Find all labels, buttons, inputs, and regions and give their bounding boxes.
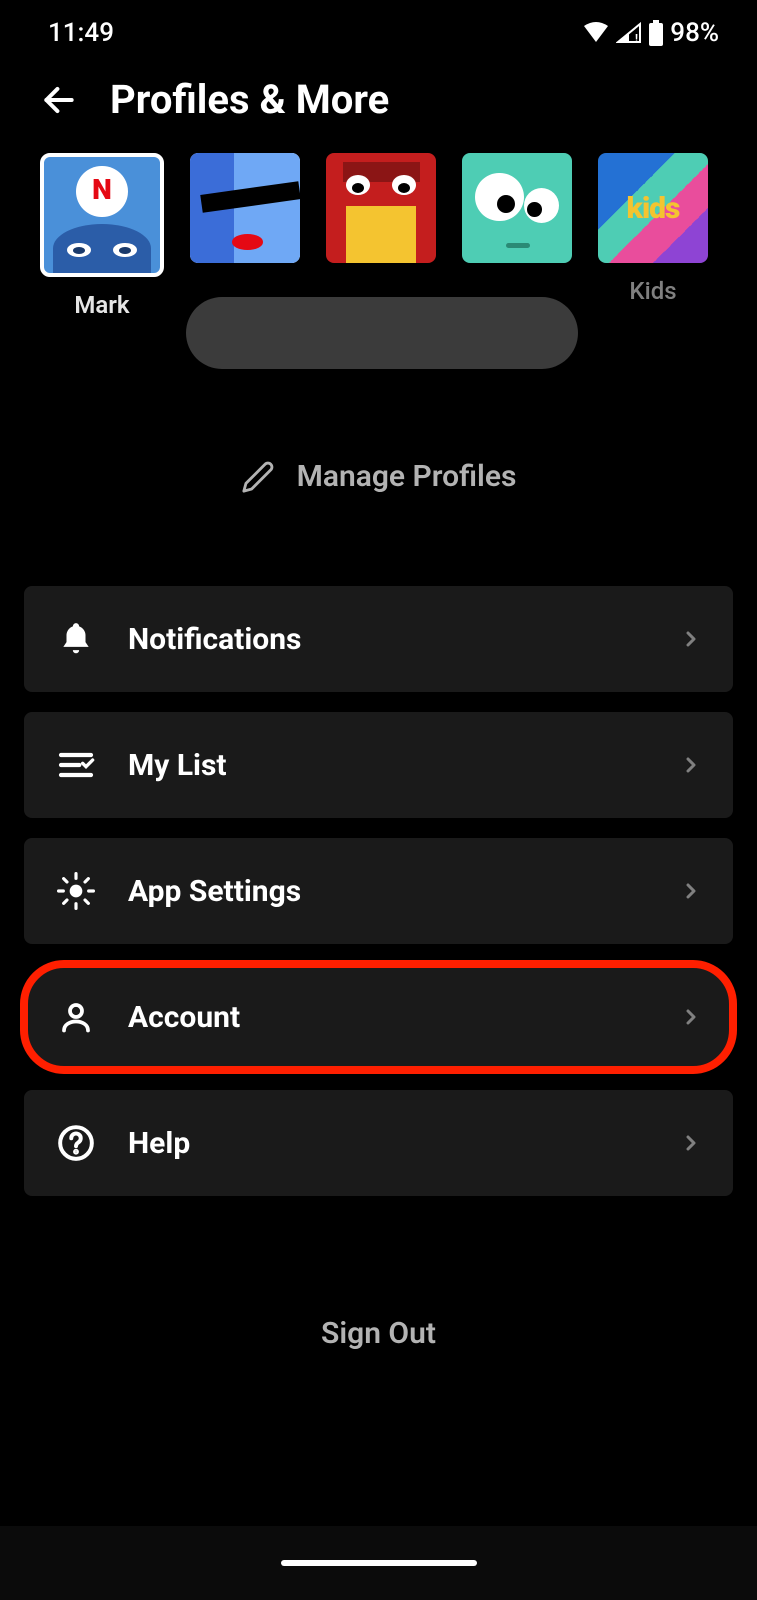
status-time: 11:49 [48, 18, 114, 48]
bell-icon [54, 617, 98, 661]
manage-profiles-label: Manage Profiles [297, 459, 517, 494]
signal-icon: ! [616, 22, 642, 44]
battery-icon [648, 20, 664, 46]
wifi-icon [582, 22, 610, 44]
menu-label: Notifications [128, 622, 649, 657]
profiles-row: Mark kids Kids [0, 143, 757, 319]
menu-item-mylist[interactable]: My List [24, 712, 733, 818]
header: Profiles & More [0, 58, 757, 143]
chevron-right-icon [679, 1005, 703, 1029]
manage-profiles-button[interactable]: Manage Profiles [0, 439, 757, 514]
pencil-icon [241, 460, 275, 494]
menu-label: App Settings [128, 874, 649, 909]
chevron-right-icon [679, 879, 703, 903]
battery-percent: 98% [670, 18, 719, 48]
back-button[interactable] [38, 79, 80, 121]
menu-list: Notifications My List App Settings Accou… [0, 514, 757, 1196]
avatar [462, 153, 572, 263]
avatar [190, 153, 300, 263]
list-icon [54, 743, 98, 787]
redacted-names [186, 297, 578, 369]
menu-item-account[interactable]: Account [24, 964, 733, 1070]
arrow-left-icon [40, 81, 78, 119]
help-icon [54, 1121, 98, 1165]
svg-text:!: ! [635, 32, 638, 44]
status-bar: 11:49 ! 98% [0, 0, 757, 58]
avatar [326, 153, 436, 263]
gear-icon [54, 869, 98, 913]
profile-mark[interactable]: Mark [40, 153, 164, 319]
profile-name: Kids [629, 277, 676, 305]
home-indicator[interactable] [281, 1560, 477, 1566]
menu-item-notifications[interactable]: Notifications [24, 586, 733, 692]
avatar: kids [598, 153, 708, 263]
menu-item-appsettings[interactable]: App Settings [24, 838, 733, 944]
profile-name: Mark [74, 291, 129, 319]
profile-item[interactable] [190, 153, 300, 263]
sign-out-button[interactable]: Sign Out [0, 1296, 757, 1371]
menu-label: My List [128, 748, 649, 783]
menu-item-help[interactable]: Help [24, 1090, 733, 1196]
chevron-right-icon [679, 1131, 703, 1155]
status-icons: ! 98% [582, 18, 719, 48]
page-title: Profiles & More [110, 76, 389, 123]
chevron-right-icon [679, 753, 703, 777]
profile-item[interactable] [326, 153, 436, 263]
profile-kids[interactable]: kids Kids [598, 153, 708, 305]
avatar [40, 153, 164, 277]
person-icon [54, 995, 98, 1039]
chevron-right-icon [679, 627, 703, 651]
profile-item[interactable] [462, 153, 572, 263]
menu-label: Account [128, 1000, 649, 1035]
menu-label: Help [128, 1126, 649, 1161]
